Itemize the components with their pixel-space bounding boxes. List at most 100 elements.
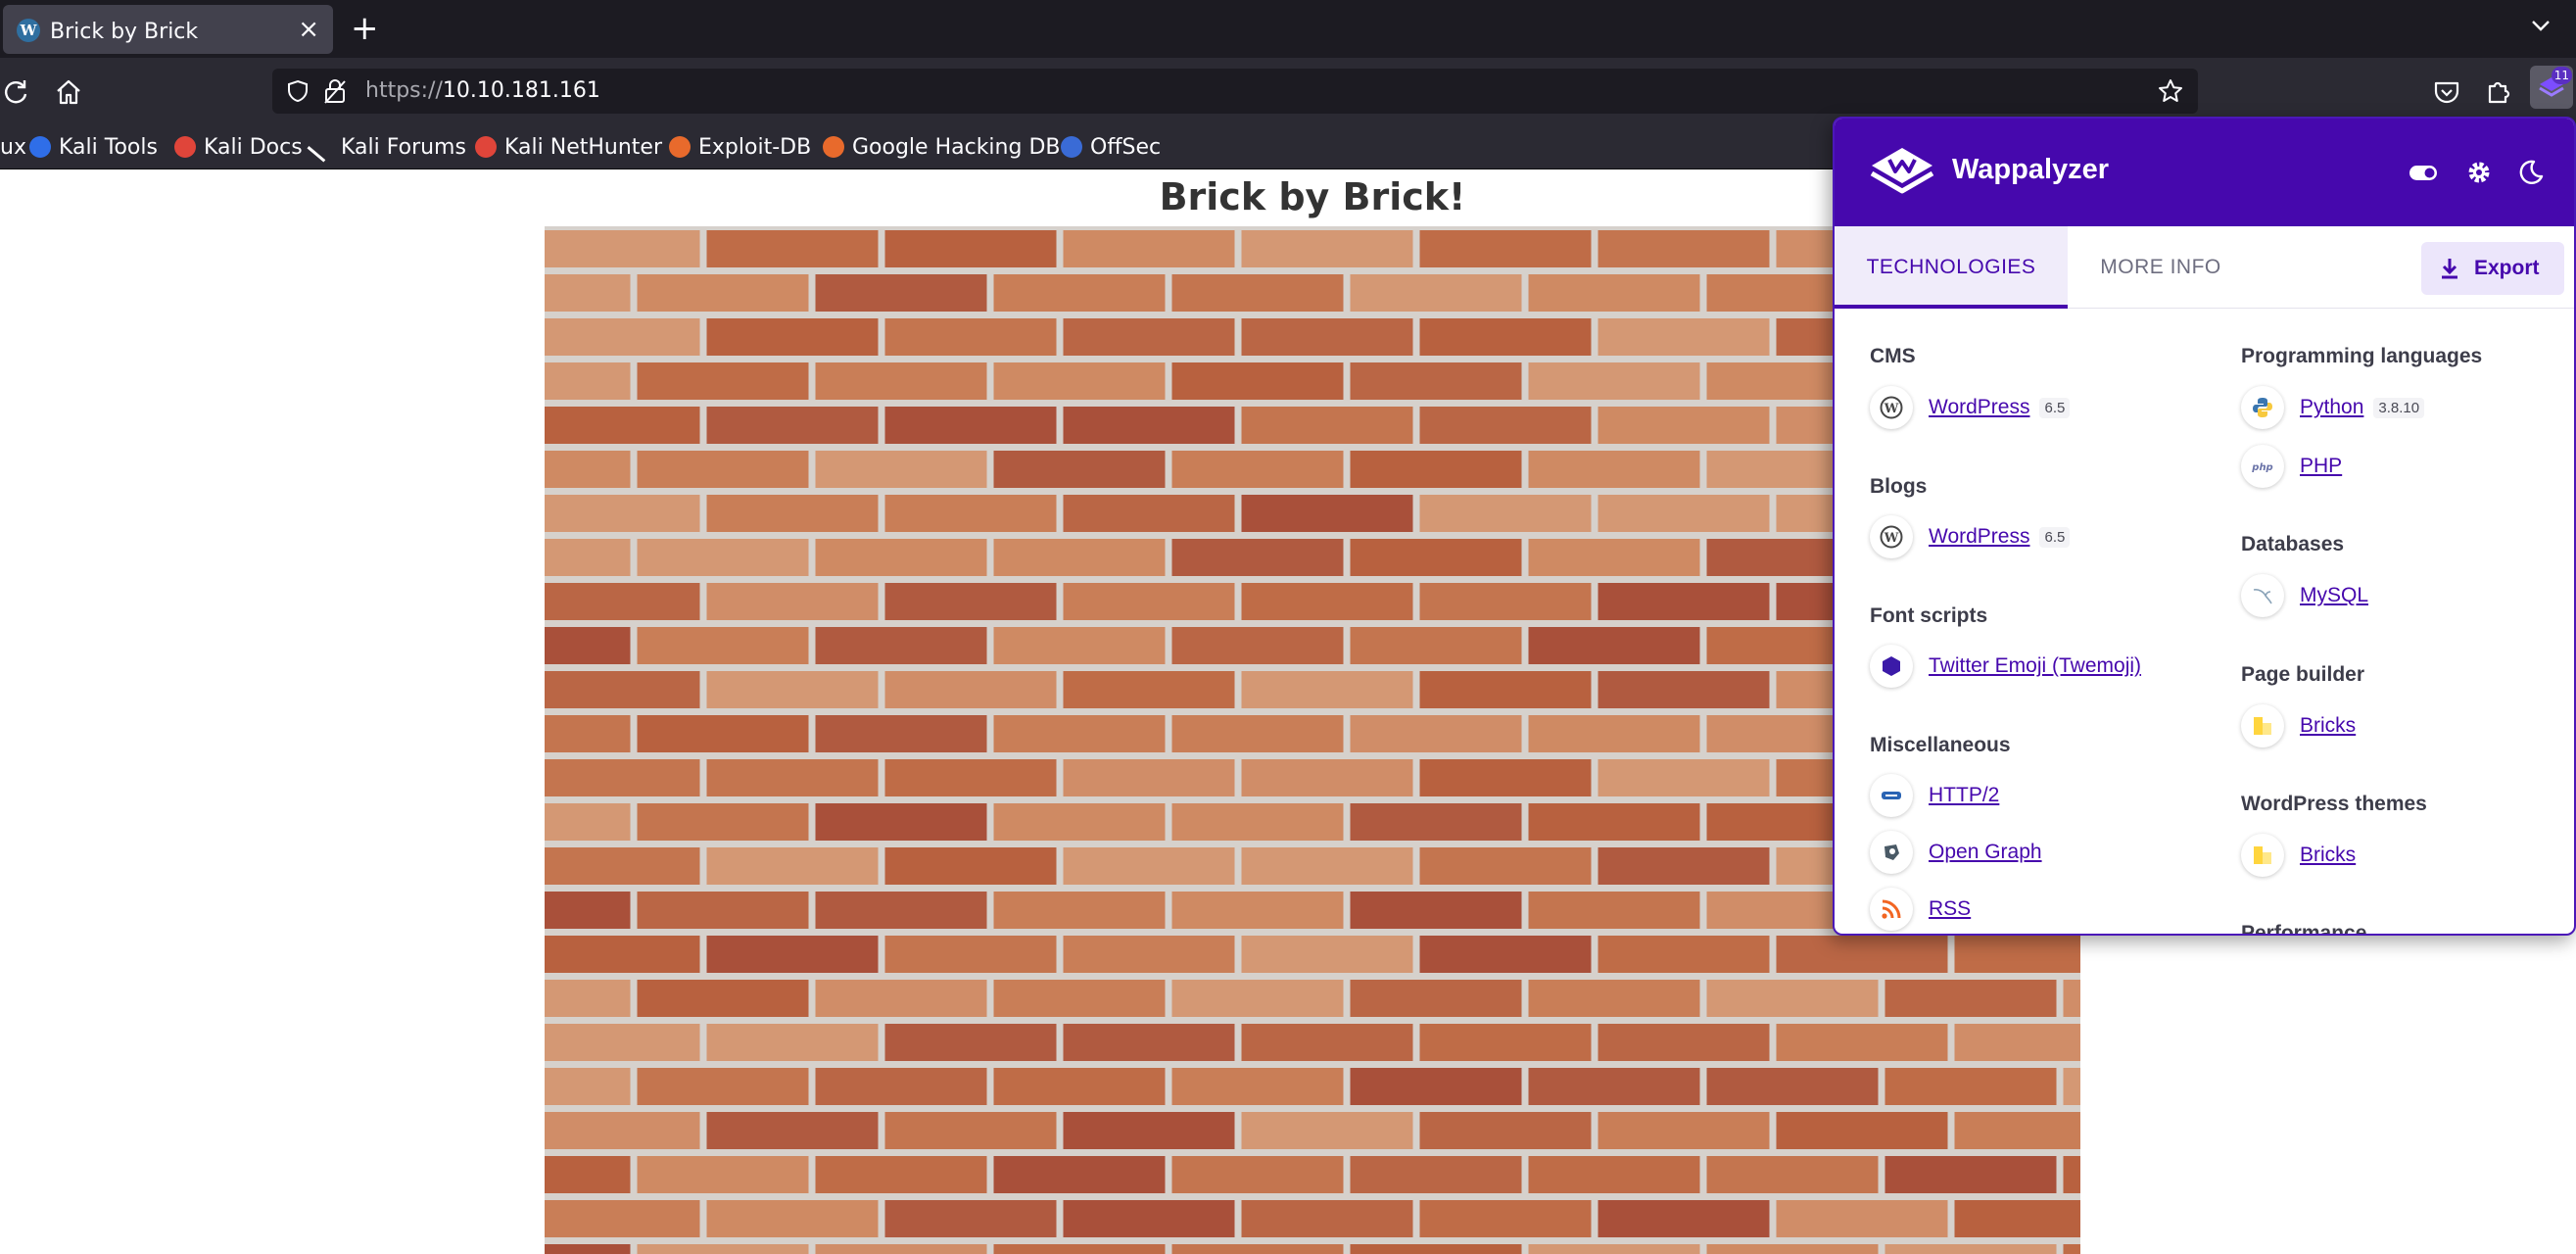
tech-http2[interactable]: HTTP/2: [1870, 774, 1999, 817]
tech-twemoji[interactable]: Twitter Emoji (Twemoji): [1870, 645, 2141, 688]
brick: [1241, 847, 1413, 885]
reload-icon[interactable]: [2, 77, 31, 107]
brick: [2063, 980, 2080, 1017]
tech-name[interactable]: WordPress: [1929, 396, 2029, 419]
tech-name[interactable]: Twitter Emoji (Twemoji): [1929, 654, 2141, 678]
tech-name[interactable]: HTTP/2: [1929, 784, 1999, 807]
bookmark-exploit-db[interactable]: Exploit-DB: [669, 131, 811, 163]
brick: [637, 803, 809, 841]
brick: [993, 1156, 1166, 1193]
tech-name[interactable]: RSS: [1929, 897, 1971, 921]
tracking-protection-shield-icon[interactable]: [286, 79, 310, 103]
brick: [1776, 1112, 1948, 1149]
bookmark-kali-docs[interactable]: Kali Docs: [174, 131, 303, 163]
brick: [884, 318, 1057, 356]
bookmark-kali-nethunter[interactable]: Kali NetHunter: [475, 131, 662, 163]
brick: [1350, 803, 1522, 841]
offsec-icon: [1061, 136, 1082, 158]
tech-wordpress-blogs[interactable]: W WordPress 6.5: [1870, 515, 2071, 558]
brick: [706, 759, 879, 796]
wappalyzer-brand: Wappalyzer: [1952, 154, 2110, 185]
wordpress-icon: W: [1870, 386, 1913, 429]
home-icon[interactable]: [54, 77, 83, 107]
tech-wordpress-cms[interactable]: W WordPress 6.5: [1870, 386, 2071, 429]
browser-tab[interactable]: W Brick by Brick ×: [3, 5, 333, 54]
brick: [637, 892, 809, 929]
wappalyzer-extension-button[interactable]: 11: [2530, 66, 2573, 109]
tech-rss[interactable]: RSS: [1870, 888, 1971, 931]
tech-name[interactable]: Open Graph: [1929, 841, 2042, 864]
php-icon: php: [2241, 445, 2284, 488]
brick: [1598, 1024, 1770, 1061]
brick: [1598, 495, 1770, 532]
brick: [706, 1024, 879, 1061]
brick: [1598, 583, 1770, 620]
bookmark-kali-forums[interactable]: Kali Forums: [307, 131, 466, 163]
dark-mode-moon-icon[interactable]: [2515, 158, 2545, 187]
brick: [1598, 407, 1770, 444]
brick: [1706, 1068, 1879, 1105]
brick: [545, 1200, 700, 1237]
bookmark-offsec[interactable]: OffSec: [1061, 131, 1161, 163]
tech-php[interactable]: php PHP: [2241, 445, 2342, 488]
tech-mysql[interactable]: MySQL: [2241, 574, 2368, 617]
pocket-icon[interactable]: [2431, 76, 2462, 108]
tech-name[interactable]: WordPress: [1929, 525, 2029, 549]
url-bar[interactable]: https://10.10.181.161: [272, 69, 2198, 114]
brick: [1419, 671, 1592, 708]
tech-python[interactable]: Python 3.8.10: [2241, 386, 2425, 429]
url-text[interactable]: https://10.10.181.161: [365, 78, 600, 103]
brick: [884, 671, 1057, 708]
brick: [1528, 1244, 1700, 1254]
tab-list-chevron-icon[interactable]: [2529, 14, 2552, 37]
bookmark-kali-tools[interactable]: Kali Tools: [29, 131, 158, 163]
tech-name[interactable]: PHP: [2300, 455, 2342, 478]
bookmark-star-icon[interactable]: [2157, 77, 2184, 105]
bookmark-item[interactable]: ux: [0, 131, 26, 163]
brick: [993, 1068, 1166, 1105]
tech-bricks-builder[interactable]: Bricks: [2241, 704, 2356, 748]
tech-name[interactable]: Bricks: [2300, 714, 2356, 738]
tech-name[interactable]: Python: [2300, 396, 2363, 419]
tab-technologies[interactable]: TECHNOLOGIES: [1835, 226, 2068, 309]
settings-gear-icon[interactable]: [2464, 158, 2494, 187]
tech-name[interactable]: MySQL: [2300, 584, 2368, 607]
brick: [706, 407, 879, 444]
kali-nethunter-icon: [475, 136, 497, 158]
tech-open-graph[interactable]: Open Graph: [1870, 831, 2042, 874]
brick: [1241, 1200, 1413, 1237]
brick: [1598, 230, 1770, 267]
category-performance: Performance: [2241, 922, 2367, 936]
brick: [545, 980, 631, 1017]
brick: [1171, 1156, 1344, 1193]
toggle-switch-icon[interactable]: [2409, 158, 2438, 187]
brick: [1171, 1244, 1344, 1254]
brick: [815, 1244, 987, 1254]
extensions-puzzle-icon[interactable]: [2482, 76, 2513, 108]
tech-bricks-theme[interactable]: Bricks: [2241, 834, 2356, 877]
brick: [1350, 539, 1522, 576]
tech-name[interactable]: Bricks: [2300, 844, 2356, 867]
brick: [1598, 847, 1770, 885]
bookmark-google-hacking-db[interactable]: Google Hacking DB: [823, 131, 1060, 163]
svg-text:W: W: [1884, 531, 1899, 546]
brick: [1171, 1068, 1344, 1105]
brick: [1419, 318, 1592, 356]
brick: [1241, 671, 1413, 708]
brick: [1063, 407, 1235, 444]
brick: [815, 980, 987, 1017]
tab-close-icon[interactable]: ×: [298, 15, 319, 44]
brick: [815, 539, 987, 576]
tab-more-info[interactable]: MORE INFO: [2068, 226, 2254, 309]
brick: [637, 539, 809, 576]
brick: [1528, 274, 1700, 312]
brick: [545, 847, 700, 885]
extension-badge-count: 11: [2551, 67, 2572, 84]
brick: [1350, 715, 1522, 752]
brick: [1171, 539, 1344, 576]
export-button[interactable]: Export: [2421, 242, 2564, 295]
new-tab-button[interactable]: +: [351, 10, 379, 47]
brick: [637, 1068, 809, 1105]
brick: [1419, 495, 1592, 532]
insecure-lock-icon[interactable]: [323, 78, 347, 104]
